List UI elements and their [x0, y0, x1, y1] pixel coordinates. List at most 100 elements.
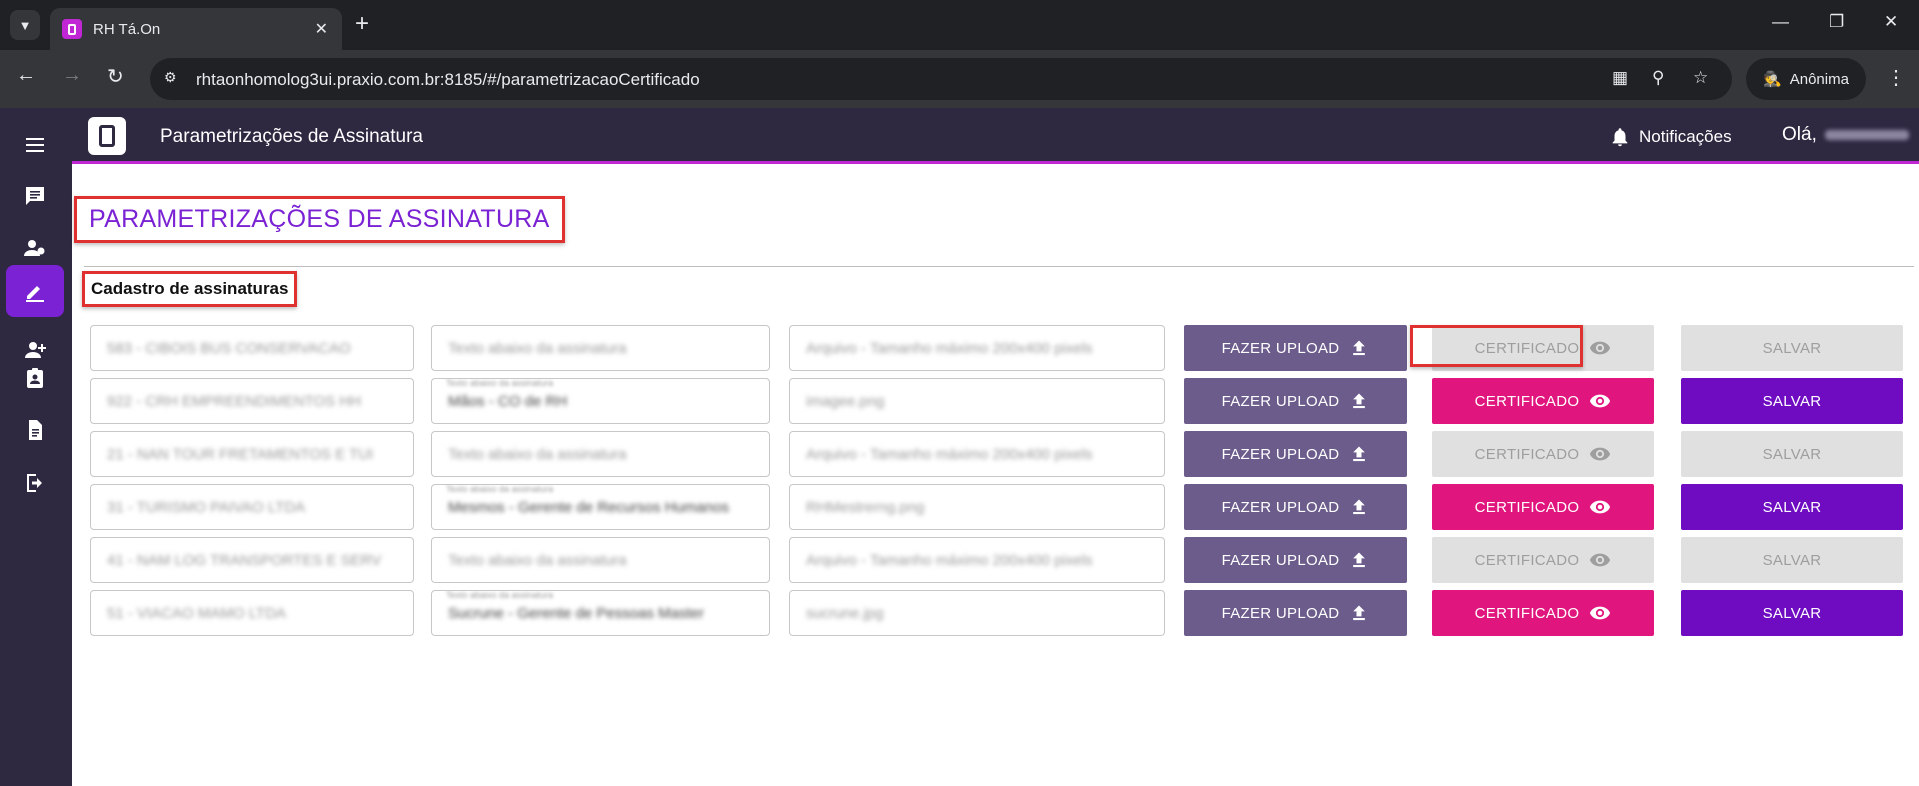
upload-button[interactable]: FAZER UPLOAD	[1184, 378, 1407, 424]
file-field[interactable]: Arquivo - Tamanho máximo 200x400 pixels	[789, 537, 1165, 583]
reload-icon[interactable]: ↻	[107, 64, 124, 89]
company-value: 41 - NAM LOG TRANSPORTES E SERV	[107, 552, 382, 569]
logout-icon[interactable]	[6, 457, 64, 509]
company-field[interactable]: 31 - TURISMO PAIVAO LTDA	[90, 484, 414, 530]
zoom-icon[interactable]: ⚲	[1652, 68, 1664, 88]
close-window-icon[interactable]: ✕	[1884, 12, 1898, 32]
company-value: 922 - CRH EMPREENDIMENTOS HH	[107, 393, 361, 410]
upload-button[interactable]: FAZER UPLOAD	[1184, 590, 1407, 636]
signature-text-value: Mesmos - Gerente de Recursos Humanos	[448, 499, 729, 516]
upload-label: FAZER UPLOAD	[1221, 551, 1340, 569]
section-title: Cadastro de assinaturas	[82, 271, 298, 307]
tab-title: RH Tá.On	[93, 20, 161, 38]
file-value: Arquivo - Tamanho máximo 200x400 pixels	[806, 340, 1093, 357]
minimize-window-icon[interactable]: —	[1772, 12, 1789, 32]
app-header: Parametrizações de Assinatura Notificaçõ…	[72, 108, 1919, 164]
address-bar[interactable]: ⚙ rhtaonhomolog3ui.praxio.com.br:8185/#/…	[150, 58, 1732, 100]
new-tab-icon[interactable]: +	[355, 11, 369, 37]
user-greeting[interactable]: Olá,	[1782, 124, 1909, 146]
file-value: sucrune.jpg	[806, 605, 884, 622]
upload-label: FAZER UPLOAD	[1221, 498, 1340, 516]
file-value: RHMestrerng.png	[806, 499, 925, 516]
save-label: SALVAR	[1762, 339, 1822, 357]
certificate-button[interactable]: CERTIFICADO	[1432, 590, 1654, 636]
close-tab-icon[interactable]: ✕	[315, 19, 328, 39]
company-value: 31 - TURISMO PAIVAO LTDA	[107, 499, 306, 516]
upload-button[interactable]: FAZER UPLOAD	[1184, 484, 1407, 530]
file-value: Arquivo - Tamanho máximo 200x400 pixels	[806, 446, 1093, 463]
app-logo-icon[interactable]	[88, 117, 126, 155]
file-value: Arquivo - Tamanho máximo 200x400 pixels	[806, 552, 1093, 569]
back-icon[interactable]: ←	[16, 64, 36, 87]
chat-icon[interactable]	[6, 170, 64, 222]
certificate-label: CERTIFICADO	[1474, 551, 1580, 569]
signature-text-field[interactable]: Texto abaixo da assinatura Sucrune - Gere…	[431, 590, 770, 636]
upload-button[interactable]: FAZER UPLOAD	[1184, 537, 1407, 583]
browser-menu-icon[interactable]: ⋮	[1886, 65, 1906, 90]
save-button[interactable]: SALVAR	[1681, 537, 1903, 583]
signature-text-field[interactable]: Texto abaixo da assinatura	[431, 537, 770, 583]
certificate-button[interactable]: CERTIFICADO	[1432, 484, 1654, 530]
signature-text-field[interactable]: Texto abaixo da assinatura	[431, 431, 770, 477]
signature-text-value: Mãos - CO de RH	[448, 393, 568, 410]
certificate-button[interactable]: CERTIFICADO	[1432, 537, 1654, 583]
certificate-button[interactable]: CERTIFICADO	[1432, 378, 1654, 424]
file-field[interactable]: sucrune.jpg	[789, 590, 1165, 636]
certificate-button[interactable]: CERTIFICADO	[1432, 431, 1654, 477]
forward-icon[interactable]: →	[62, 64, 82, 87]
company-field[interactable]: 41 - NAM LOG TRANSPORTES E SERV	[90, 537, 414, 583]
upload-icon	[1353, 340, 1366, 356]
upload-button[interactable]: FAZER UPLOAD	[1184, 325, 1407, 371]
save-button[interactable]: SALVAR	[1681, 431, 1903, 477]
save-button[interactable]: SALVAR	[1681, 325, 1903, 371]
upload-icon	[1353, 552, 1366, 568]
company-field[interactable]: 583 - CIBOIS BUS CONSERVACAO	[90, 325, 414, 371]
file-field[interactable]: Arquivo - Tamanho máximo 200x400 pixels	[789, 431, 1165, 477]
browser-tab[interactable]: RH Tá.On ✕	[50, 8, 342, 50]
menu-icon[interactable]	[6, 119, 64, 171]
document-icon[interactable]	[6, 404, 64, 456]
signature-text-field[interactable]: Texto abaixo da assinatura Mãos - CO de R…	[431, 378, 770, 424]
upload-button[interactable]: FAZER UPLOAD	[1184, 431, 1407, 477]
certificate-label: CERTIFICADO	[1474, 445, 1580, 463]
signature-text-field[interactable]: Texto abaixo da assinatura Mesmos - Geren…	[431, 484, 770, 530]
page-title: PARAMETRIZAÇÕES DE ASSINATURA	[74, 196, 565, 243]
translate-icon[interactable]: ▦	[1612, 68, 1628, 88]
upload-icon	[1353, 499, 1366, 515]
upload-icon	[1353, 446, 1366, 462]
incognito-profile-button[interactable]: 🕵 Anônima	[1746, 58, 1866, 100]
company-field[interactable]: 21 - NAN TOUR FRETAMENTOS E TUI	[90, 431, 414, 477]
clipboard-user-icon[interactable]	[6, 352, 64, 404]
signature-text-value: Sucrune - Gerente de Pessoas Master	[448, 605, 704, 622]
edit-signature-icon[interactable]	[6, 265, 64, 317]
save-button[interactable]: SALVAR	[1681, 484, 1903, 530]
save-label: SALVAR	[1762, 604, 1822, 622]
upload-label: FAZER UPLOAD	[1221, 392, 1340, 410]
browser-toolbar: ← → ↻ ⚙ rhtaonhomolog3ui.praxio.com.br:8…	[0, 50, 1919, 108]
signature-row: 583 - CIBOIS BUS CONSERVACAO Texto abaixo…	[90, 325, 1919, 371]
notifications-button[interactable]: Notificações	[1609, 126, 1732, 148]
save-label: SALVAR	[1762, 392, 1822, 410]
company-field[interactable]: 922 - CRH EMPREENDIMENTOS HH	[90, 378, 414, 424]
signature-text-field[interactable]: Texto abaixo da assinatura	[431, 325, 770, 371]
signature-text-value: Texto abaixo da assinatura	[448, 552, 627, 569]
file-field[interactable]: RHMestrerng.png	[789, 484, 1165, 530]
notifications-label: Notificações	[1639, 127, 1732, 146]
save-button[interactable]: SALVAR	[1681, 378, 1903, 424]
save-button[interactable]: SALVAR	[1681, 590, 1903, 636]
site-info-icon[interactable]: ⚙	[164, 69, 184, 89]
sidebar	[0, 108, 72, 786]
bookmark-star-icon[interactable]: ☆	[1693, 68, 1708, 88]
upload-label: FAZER UPLOAD	[1221, 604, 1340, 622]
eye-icon	[1590, 500, 1611, 514]
restore-window-icon[interactable]: ❐	[1829, 12, 1844, 32]
eye-icon	[1590, 394, 1611, 408]
file-field[interactable]: imagee.png	[789, 378, 1165, 424]
upload-label: FAZER UPLOAD	[1221, 339, 1340, 357]
file-field[interactable]: Arquivo - Tamanho máximo 200x400 pixels	[789, 325, 1165, 371]
company-field[interactable]: 51 - VIACAO MAMO LTDA	[90, 590, 414, 636]
signature-text-label: Texto abaixo da assinatura	[446, 590, 554, 600]
company-value: 583 - CIBOIS BUS CONSERVACAO	[107, 340, 351, 357]
bell-icon	[1612, 128, 1628, 147]
tab-search-dropdown-icon[interactable]: ▼	[10, 10, 40, 40]
